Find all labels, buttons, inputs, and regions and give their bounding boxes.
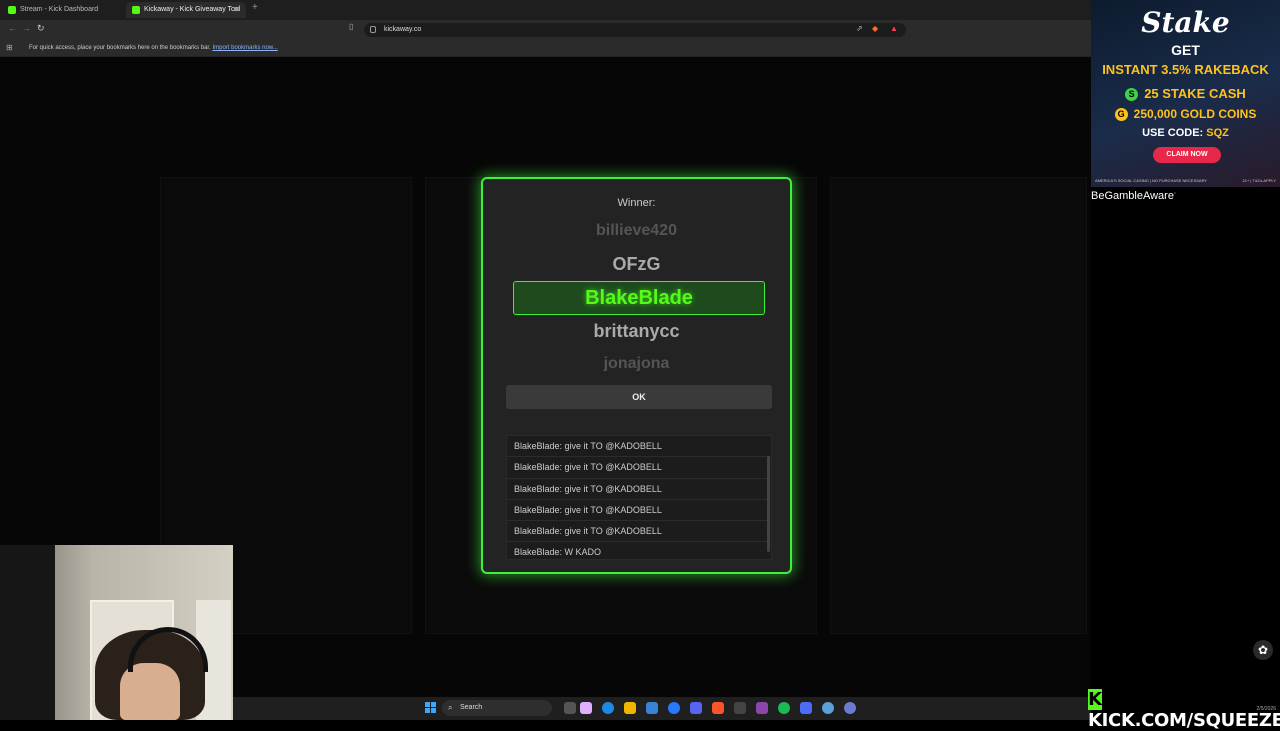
edge-icon[interactable] (602, 702, 614, 714)
ok-button[interactable]: OK (506, 385, 772, 409)
kick-channel-overlay: KKICK.COM/SQUEEZE (1088, 689, 1280, 731)
winner-chat-log[interactable]: BlakeBlade: give it TO @KADOBELL BlakeBl… (506, 435, 772, 560)
ad-terms: 21+ | T&Cs APPLY (1242, 178, 1276, 183)
spotify-icon[interactable] (778, 702, 790, 714)
obs-icon[interactable] (734, 702, 746, 714)
taskbar-search[interactable]: ⌕ Search (442, 700, 552, 716)
ad-stake-cash-text: 25 STAKE CASH (1144, 86, 1246, 101)
brave-icon[interactable] (712, 702, 724, 714)
stake-logo: Stake (1141, 6, 1230, 39)
apps-grid-icon[interactable]: ⊞ (6, 44, 13, 52)
discord-icon[interactable] (690, 702, 702, 714)
steam-icon[interactable] (668, 702, 680, 714)
stake-ad-banner: Stake GET INSTANT 3.5% RAKEBACK S 25 STAK… (1091, 0, 1280, 187)
chat-message: BlakeBlade: give it TO @KADOBELL (507, 500, 771, 522)
ad-rakeback-text: INSTANT 3.5% RAKEBACK (1102, 62, 1269, 77)
claim-now-button[interactable]: CLAIM NOW (1153, 147, 1221, 163)
ad-gold-coins-line: G 250,000 GOLD COINS (1091, 107, 1280, 121)
ad-disclaimer: AMERICA'S SOCIAL CASINO | NO PURCHASE NE… (1095, 178, 1208, 183)
app-icon[interactable] (756, 702, 768, 714)
stake-cash-coin-icon: S (1125, 88, 1139, 101)
ad-code-line: USE CODE: SQZ (1091, 127, 1280, 139)
copyright-mark: ◦ (1173, 190, 1176, 197)
tab-kick-dashboard[interactable]: Stream - Kick Dashboard (2, 2, 122, 18)
winner-modal: Winner: billieve420 OFzG BlakeBlade brit… (481, 177, 792, 574)
reel-entry-above-near: OFzG (612, 254, 661, 274)
kick-url-text: KICK.COM/SQUEEZE (1088, 710, 1280, 731)
begambleaware-logo: BeGambleAware◦ (1091, 190, 1176, 202)
ad-get-text: GET (1171, 42, 1200, 58)
kickaway-favicon-icon (132, 6, 140, 14)
kick-favicon-icon (8, 6, 16, 14)
webcam-overlay (0, 545, 233, 720)
taskbar-search-label: Search (460, 704, 483, 711)
new-tab-icon[interactable]: + (252, 2, 258, 13)
file-explorer-icon[interactable] (624, 702, 636, 714)
windows-start-icon[interactable] (425, 702, 436, 713)
close-tab-icon[interactable]: ✕ (233, 2, 240, 18)
url-text: kickaway.co (384, 26, 422, 33)
address-bar[interactable]: kickaway.co ⇗ ◆ ▲ (364, 23, 906, 37)
search-icon: ⌕ (448, 703, 453, 712)
browser-toolbar: ← → ↻ ▯ kickaway.co ⇗ ◆ ▲ (0, 20, 1091, 40)
forward-icon[interactable]: → (22, 23, 31, 33)
ad-code-prefix: USE CODE: (1142, 127, 1207, 139)
reel-entry-below-near: brittanycc (593, 321, 680, 341)
bookmarks-message: For quick access, place your bookmarks h… (29, 40, 278, 56)
network-icon[interactable] (822, 702, 834, 714)
bookmarks-hint: For quick access, place your bookmarks h… (29, 45, 211, 51)
brave-rewards-icon[interactable]: ▲ (890, 24, 898, 33)
chatgpt-icon[interactable]: ✿ (1253, 640, 1273, 660)
copilot-icon[interactable] (580, 702, 592, 714)
bookmark-icon[interactable]: ▯ (349, 22, 353, 31)
brave-shield-icon[interactable]: ◆ (872, 24, 878, 33)
chat-message: BlakeBlade: W KADO (507, 542, 771, 559)
chat-message: BlakeBlade: give it TO @KADOBELL (507, 457, 771, 479)
gold-coin-icon: G (1114, 108, 1128, 121)
kick-logo-icon: K (1088, 689, 1102, 710)
browser-tab-bar: Stream - Kick Dashboard Kickaway - Kick … (0, 0, 1091, 20)
ad-fine-print: AMERICA'S SOCIAL CASINO | NO PURCHASE NE… (1095, 178, 1276, 183)
ad-gold-coins-text: 250,000 GOLD COINS (1133, 107, 1257, 121)
task-view-icon[interactable] (564, 702, 576, 714)
tab-kickaway[interactable]: Kickaway - Kick Giveaway Tool ✕ (126, 2, 246, 18)
chat-message: BlakeBlade: give it TO @KADOBELL (507, 479, 771, 500)
notes-icon[interactable] (800, 702, 812, 714)
reel-entry-below-far: jonajona (603, 355, 670, 371)
back-icon[interactable]: ← (8, 23, 17, 33)
site-info-icon[interactable] (370, 26, 376, 33)
winner-label: Winner: (617, 197, 656, 209)
windows-taskbar: ⌕ Search (233, 697, 1091, 720)
chat-message: BlakeBlade: give it TO @KADOBELL (507, 436, 771, 458)
tab-label: Kickaway - Kick Giveaway Tool (144, 6, 241, 13)
share-icon[interactable]: ⇗ (856, 24, 863, 33)
webcam-chair (0, 545, 55, 720)
begambleaware-text: BeGambleAware (1091, 190, 1174, 202)
chat-scrollbar[interactable] (767, 456, 770, 552)
ad-code: SQZ (1206, 127, 1229, 139)
reload-icon[interactable]: ↻ (37, 23, 45, 34)
tab-label: Stream - Kick Dashboard (20, 6, 99, 13)
settings-icon[interactable] (844, 702, 856, 714)
selected-winner: BlakeBlade (513, 281, 765, 315)
import-bookmarks-link[interactable]: Import bookmarks now... (212, 45, 277, 51)
reel-entry-above-far: billieve420 (596, 222, 677, 239)
bookmarks-bar: ⊞ For quick access, place your bookmarks… (0, 40, 1091, 57)
winners-panel (830, 177, 1087, 634)
store-icon[interactable] (646, 702, 658, 714)
system-date: 2/5/2026 (1256, 706, 1276, 712)
chat-message: BlakeBlade: give it TO @KADOBELL (507, 521, 771, 543)
ad-stake-cash-line: S 25 STAKE CASH (1091, 86, 1280, 101)
